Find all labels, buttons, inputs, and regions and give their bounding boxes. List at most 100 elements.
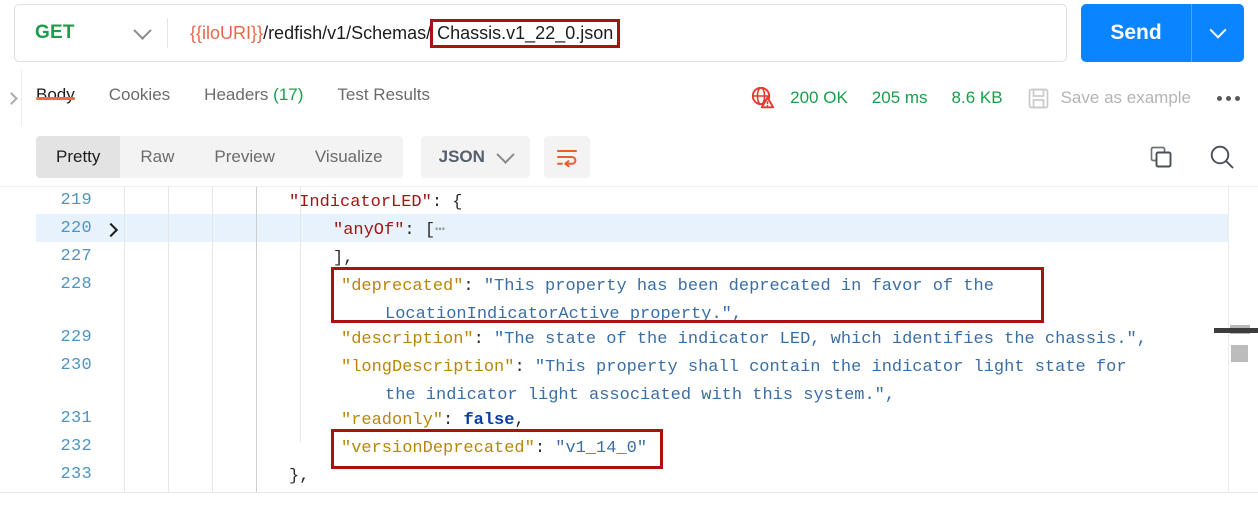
code-line-219: "IndicatorLED": {: [289, 189, 462, 217]
response-tabs-row: Body Cookies Headers (17) Test Results 2…: [0, 70, 1258, 126]
body-format-select[interactable]: JSON: [420, 136, 530, 178]
json-string: "v1_14_0": [555, 439, 648, 458]
code-scrollbar[interactable]: [1214, 187, 1258, 494]
line-number: 228: [60, 275, 92, 294]
indent-guide: [168, 187, 169, 494]
scroll-thumb[interactable]: [1214, 328, 1258, 333]
code-line-227: ],: [333, 245, 353, 273]
json-key: "anyOf": [333, 221, 405, 240]
indent-guide: [124, 187, 125, 494]
line-number: 219: [60, 191, 92, 210]
json-key: "IndicatorLED": [289, 193, 432, 212]
line-number-gutter: 219 220 227 228 229 230 231 232 233: [0, 187, 124, 494]
tab-headers[interactable]: Headers (17): [204, 70, 303, 105]
view-mode-visualize[interactable]: Visualize: [295, 136, 403, 178]
view-mode-preview[interactable]: Preview: [194, 136, 294, 178]
tab-test-results[interactable]: Test Results: [337, 70, 430, 105]
chevron-down-icon: [133, 20, 152, 40]
fold-toggle-icon[interactable]: [104, 220, 118, 240]
response-time: 205 ms: [871, 88, 928, 107]
json-punct: :: [473, 330, 495, 349]
send-button[interactable]: Send: [1081, 4, 1191, 62]
sidebar-expand-button[interactable]: [0, 86, 22, 110]
json-key: "deprecated": [341, 277, 464, 296]
url-variable-token: {{iloURI}}: [190, 22, 264, 43]
body-view-mode-group: Pretty Raw Preview Visualize: [36, 136, 403, 178]
headers-count: (17): [273, 85, 304, 104]
search-icon[interactable]: [1208, 143, 1236, 171]
body-toolbar-right-icons: [1148, 143, 1236, 171]
copy-icon[interactable]: [1148, 144, 1174, 170]
code-line-220: "anyOf": [⋯: [333, 217, 445, 245]
indent-guide: [256, 187, 257, 494]
url-input[interactable]: {{iloURI}}/redfish/v1/Schemas/Chassis.v1…: [168, 5, 1066, 61]
request-url-box: GET {{iloURI}}/redfish/v1/Schemas/Chassi…: [14, 4, 1067, 62]
tab-cookies[interactable]: Cookies: [109, 70, 170, 105]
tab-body[interactable]: Body: [36, 70, 75, 105]
json-key: "versionDeprecated": [341, 439, 535, 458]
send-options-button[interactable]: [1192, 4, 1244, 62]
json-punct: ],: [333, 249, 354, 268]
code-line-228-wrap: LocationIndicatorActive property.",: [385, 301, 742, 329]
more-horizontal-icon[interactable]: [1213, 90, 1244, 107]
view-mode-pretty[interactable]: Pretty: [36, 136, 121, 178]
code-line-228: "deprecated": "This property has been de…: [341, 273, 994, 301]
json-punct: : {: [431, 193, 463, 212]
save-as-example-label: Save as example: [1060, 88, 1191, 107]
scroll-marker-bottom: [1231, 345, 1248, 362]
indent-guide: [300, 187, 301, 442]
json-punct: : [: [404, 221, 436, 240]
http-method-label: GET: [35, 22, 75, 43]
line-number: 229: [60, 328, 92, 347]
json-punct: :: [463, 277, 484, 296]
collapsed-ellipsis: ⋯: [435, 221, 446, 240]
response-status: 200 OK: [790, 88, 848, 107]
request-url-bar: GET {{iloURI}}/redfish/v1/Schemas/Chassi…: [0, 0, 1258, 66]
floppy-disk-icon: [1028, 88, 1048, 108]
globe-warning-icon[interactable]: [750, 85, 776, 111]
code-line-231: "readonly": false,: [341, 407, 525, 435]
code-line-233: },: [289, 463, 309, 491]
line-number: 227: [60, 247, 92, 266]
line-number: 230: [60, 356, 92, 375]
bottom-strip: [0, 493, 1258, 520]
body-format-label: JSON: [438, 147, 485, 166]
json-punct: },: [289, 467, 310, 486]
save-as-example-button[interactable]: Save as example: [1027, 87, 1191, 110]
http-method-select[interactable]: GET: [15, 5, 167, 61]
json-key: "readonly": [341, 411, 444, 430]
chevron-right-icon: [4, 91, 18, 105]
tab-headers-label: Headers: [204, 85, 274, 104]
json-boolean: false: [463, 411, 515, 430]
json-string: the indicator light associated with this…: [385, 386, 896, 405]
json-punct: :: [443, 411, 464, 430]
json-string: LocationIndicatorActive property.",: [385, 305, 743, 324]
line-number: 220: [60, 219, 92, 238]
url-highlighted-segment: Chassis.v1_22_0.json: [430, 18, 621, 48]
view-mode-raw[interactable]: Raw: [120, 136, 194, 178]
json-punct: ,: [514, 411, 525, 430]
divider: [21, 70, 22, 126]
json-string: "This property has been deprecated in fa…: [483, 277, 994, 296]
word-wrap-icon: [556, 150, 577, 168]
url-path-text: /redfish/v1/Schemas/: [263, 22, 432, 43]
code-line-229: "description": "The state of the indicat…: [341, 326, 1147, 354]
line-number: 233: [60, 465, 92, 484]
line-number: 232: [60, 437, 92, 456]
body-view-toolbar: Pretty Raw Preview Visualize JSON: [0, 128, 1258, 186]
json-key: "description": [341, 330, 474, 349]
response-size: 8.6 KB: [951, 88, 1003, 107]
active-line-highlight: [36, 214, 1228, 242]
code-line-232: "versionDeprecated": "v1_14_0": [341, 435, 647, 463]
chevron-down-icon: [1209, 21, 1227, 39]
code-line-230-wrap: the indicator light associated with this…: [385, 382, 895, 410]
word-wrap-button[interactable]: [543, 136, 590, 178]
json-string: "The state of the indicator LED, which i…: [494, 330, 1147, 349]
json-punct: :: [534, 439, 556, 458]
line-number: 231: [60, 409, 92, 428]
json-punct: :: [514, 358, 535, 377]
response-body-code[interactable]: 219 220 227 228 229 230 231 232 233 "Ind…: [0, 186, 1258, 494]
code-line-230: "longDescription": "This property shall …: [341, 354, 1127, 382]
json-string: "This property shall contain the indicat…: [534, 358, 1127, 377]
response-tab-list: Body Cookies Headers (17) Test Results: [36, 70, 464, 126]
